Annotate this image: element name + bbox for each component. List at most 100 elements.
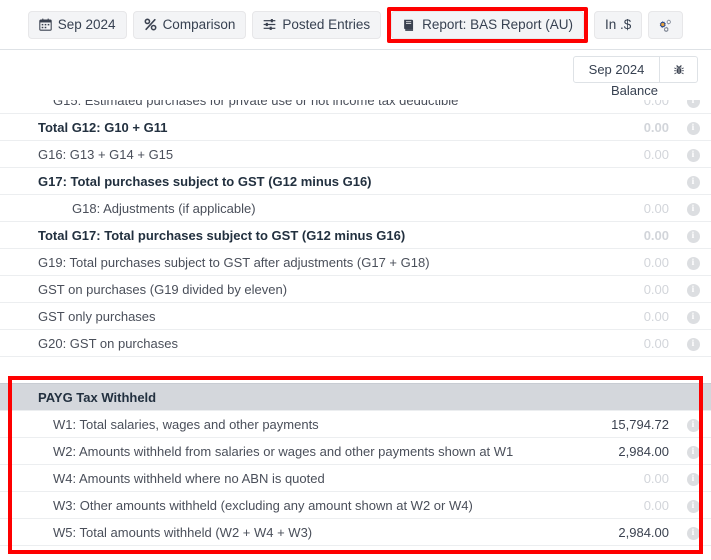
info-icon[interactable]: i (687, 257, 700, 270)
row-label: G19: Total purchases subject to GST afte… (0, 249, 583, 276)
table-row[interactable]: W5: Total amounts withheld (W2 + W4 + W3… (0, 519, 711, 546)
row-label: G17: Total purchases subject to GST (G12… (0, 168, 583, 195)
row-value: 0.00 (583, 492, 675, 519)
report-table-area: G15: Estimated purchases for private use… (0, 100, 711, 560)
currency-format-button[interactable]: In .$ (594, 11, 642, 39)
table-row[interactable]: G20: GST on purchases 0.00 i (0, 330, 711, 357)
info-icon[interactable]: i (687, 100, 700, 108)
row-value: 0.00 (583, 141, 675, 168)
table-row[interactable]: G15: Estimated purchases for private use… (0, 100, 711, 113)
row-info-cell: i (675, 114, 711, 141)
row-value: 0.00 (583, 114, 675, 141)
info-icon[interactable]: i (687, 446, 700, 459)
row-label: GST only purchases (0, 303, 583, 330)
row-value: 0.00 (583, 195, 675, 222)
row-value (583, 168, 675, 195)
table-row[interactable]: GST on purchases (G19 divided by eleven)… (0, 276, 711, 303)
posted-entries-label: Posted Entries (282, 18, 370, 32)
info-icon[interactable]: i (687, 338, 700, 351)
posted-entries-button[interactable]: Posted Entries (252, 11, 381, 39)
row-info-cell: i (675, 519, 711, 546)
calendar-icon (39, 18, 52, 31)
payg-section-title: PAYG Tax Withheld (0, 384, 583, 411)
info-icon[interactable]: i (687, 284, 700, 297)
clipped-row-table: G15: Estimated purchases for private use… (0, 100, 711, 113)
row-value: 0.00 (583, 303, 675, 330)
row-label: G16: G13 + G14 + G15 (0, 141, 583, 168)
row-info-cell: i (675, 249, 711, 276)
table-row[interactable]: G16: G13 + G14 + G15 0.00 i (0, 141, 711, 168)
table-row[interactable]: G18: Adjustments (if applicable) 0.00 i (0, 195, 711, 222)
row-label: W2: Amounts withheld from salaries or wa… (0, 438, 583, 465)
table-row[interactable]: W2: Amounts withheld from salaries or wa… (0, 438, 711, 465)
table-row[interactable]: GST only purchases 0.00 i (0, 303, 711, 330)
info-icon[interactable]: i (687, 500, 700, 513)
row-value: 0.00 (583, 276, 675, 303)
payg-section-header-row[interactable]: PAYG Tax Withheld (0, 384, 711, 411)
row-info-cell: i (675, 222, 711, 249)
table-bottom-gap (0, 546, 711, 560)
row-info-cell: i (675, 438, 711, 465)
info-icon[interactable]: i (687, 230, 700, 243)
info-icon[interactable]: i (687, 149, 700, 162)
clipped-row-viewport: G15: Estimated purchases for private use… (0, 100, 711, 113)
table-row[interactable]: W1: Total salaries, wages and other paym… (0, 411, 711, 438)
row-info-cell: i (675, 330, 711, 357)
percent-icon (144, 18, 157, 31)
table-row[interactable]: W4: Amounts withheld where no ABN is quo… (0, 465, 711, 492)
row-info-cell: i (675, 303, 711, 330)
row-value: 0.00 (583, 249, 675, 276)
row-info-cell: i (675, 141, 711, 168)
info-icon[interactable]: i (687, 527, 700, 540)
row-value: 0.00 (583, 330, 675, 357)
report-selector-label: Report: BAS Report (AU) (422, 18, 573, 32)
bas-report-screen: Sep 2024 Comparison Posted Entries Repor… (0, 0, 711, 560)
currency-format-label: In .$ (605, 18, 631, 32)
section-gap (0, 357, 711, 384)
row-value: 15,794.72 (583, 411, 675, 438)
row-info-cell: i (675, 195, 711, 222)
payg-section-info-cell (675, 384, 711, 411)
report-selector-highlight: Report: BAS Report (AU) (387, 7, 588, 43)
payg-section-value (583, 384, 675, 411)
book-icon (402, 18, 416, 31)
row-value: 0.00 (583, 100, 675, 113)
period-pill[interactable]: Sep 2024 (574, 57, 659, 82)
bug-icon (673, 64, 685, 76)
row-label: G20: GST on purchases (0, 330, 583, 357)
row-label: W4: Amounts withheld where no ABN is quo… (0, 465, 583, 492)
row-info-cell: i (675, 492, 711, 519)
info-icon[interactable]: i (687, 122, 700, 135)
table-row[interactable]: W3: Other amounts withheld (excluding an… (0, 492, 711, 519)
report-column-header: Sep 2024 Balance (0, 50, 711, 100)
comparison-label: Comparison (163, 18, 236, 32)
gears-icon (658, 18, 673, 32)
date-filter-button[interactable]: Sep 2024 (28, 11, 127, 39)
info-icon[interactable]: i (687, 203, 700, 216)
row-label: W1: Total salaries, wages and other paym… (0, 411, 583, 438)
table-row[interactable]: G17: Total purchases subject to GST (G12… (0, 168, 711, 195)
table-row[interactable]: G19: Total purchases subject to GST afte… (0, 249, 711, 276)
row-info-cell: i (675, 168, 711, 195)
period-selector-group: Sep 2024 (573, 56, 698, 83)
row-label: GST on purchases (G19 divided by eleven) (0, 276, 583, 303)
table-row[interactable]: Total G17: Total purchases subject to GS… (0, 222, 711, 249)
info-icon[interactable]: i (687, 176, 700, 189)
row-info-cell: i (675, 276, 711, 303)
date-filter-label: Sep 2024 (58, 18, 116, 32)
settings-gears-button[interactable] (648, 11, 683, 39)
table-row[interactable]: Total G12: G10 + G11 0.00 i (0, 114, 711, 141)
comparison-button[interactable]: Comparison (133, 11, 247, 39)
row-label: G15: Estimated purchases for private use… (0, 100, 583, 113)
info-icon[interactable]: i (687, 419, 700, 432)
report-selector-button[interactable]: Report: BAS Report (AU) (391, 11, 584, 39)
info-icon[interactable]: i (687, 311, 700, 324)
row-info-cell: i (675, 411, 711, 438)
row-value: 0.00 (583, 465, 675, 492)
row-label: W3: Other amounts withheld (excluding an… (0, 492, 583, 519)
debug-pill[interactable] (659, 57, 697, 82)
info-icon[interactable]: i (687, 473, 700, 486)
row-info-cell: i (675, 100, 711, 113)
row-value: 0.00 (583, 222, 675, 249)
report-table: Total G12: G10 + G11 0.00 i G16: G13 + G… (0, 113, 711, 560)
